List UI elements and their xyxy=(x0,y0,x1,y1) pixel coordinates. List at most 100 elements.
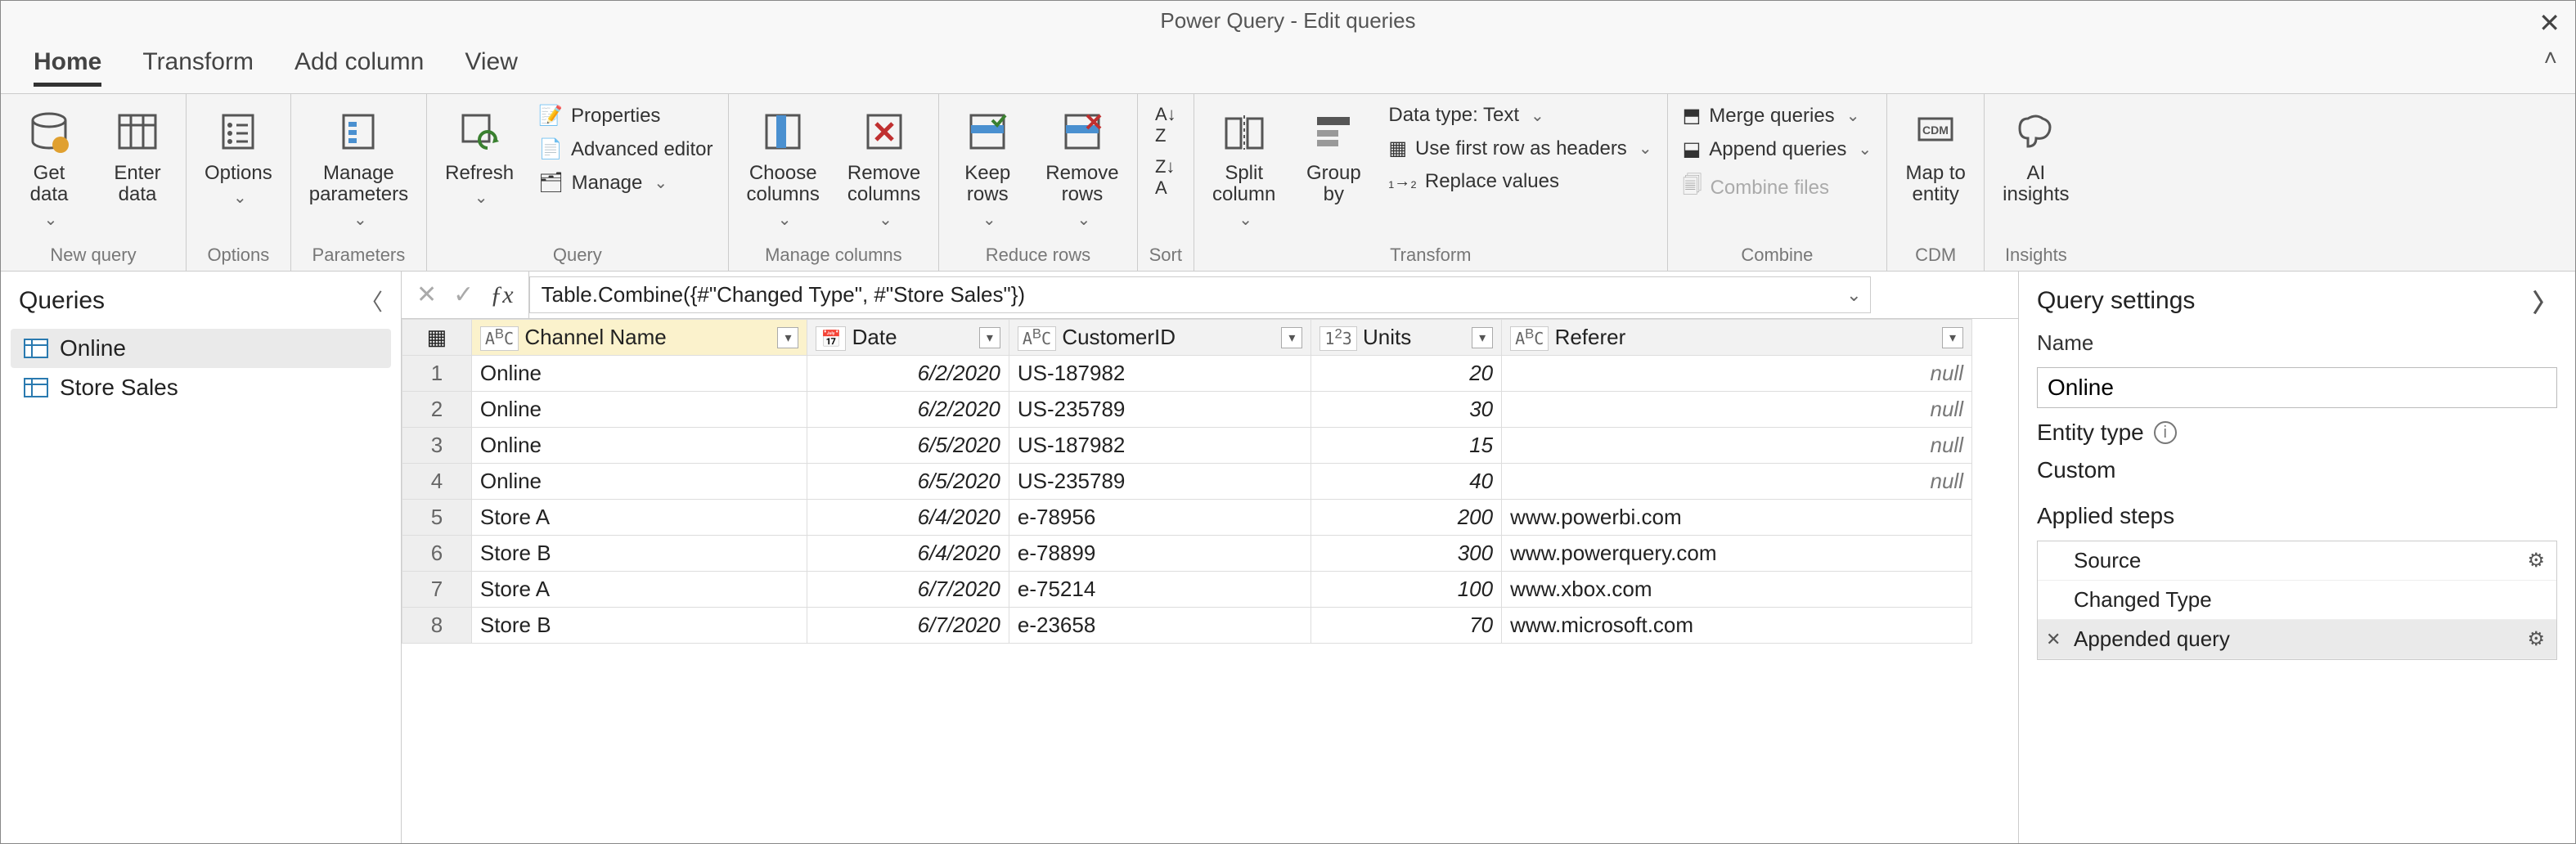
advanced-editor-button[interactable]: 📄Advanced editor xyxy=(535,136,716,163)
cell-channel[interactable]: Store B xyxy=(471,536,807,572)
table-row[interactable]: 3Online6/5/2020US-18798215null xyxy=(402,428,1972,464)
query-item-online[interactable]: Online xyxy=(11,329,391,368)
cell-date[interactable]: 6/7/2020 xyxy=(807,572,1009,608)
map-to-entity-button[interactable]: CDM Map to entity xyxy=(1899,102,1972,209)
cell-date[interactable]: 6/2/2020 xyxy=(807,392,1009,428)
merge-queries-button[interactable]: ⬒Merge queries⌄ xyxy=(1679,102,1876,129)
step-appended-query[interactable]: ✕ Appended query ⚙ xyxy=(2038,620,2556,659)
commit-formula-icon[interactable]: ✓ xyxy=(453,281,474,309)
cell-referer[interactable]: www.powerquery.com xyxy=(1502,536,1972,572)
data-type-button[interactable]: Data type: Text⌄ xyxy=(1385,102,1655,128)
select-all-corner[interactable]: ▦ xyxy=(402,320,472,356)
row-number[interactable]: 4 xyxy=(402,464,472,500)
cell-units[interactable]: 100 xyxy=(1311,572,1502,608)
step-source[interactable]: Source ⚙ xyxy=(2038,541,2556,581)
combine-files-button[interactable]: 🗐Combine files xyxy=(1679,169,1876,206)
cell-date[interactable]: 6/2/2020 xyxy=(807,356,1009,392)
cancel-formula-icon[interactable]: ✕ xyxy=(416,281,437,309)
column-header-date[interactable]: 📅 Date▾ xyxy=(807,320,1009,356)
cell-date[interactable]: 6/7/2020 xyxy=(807,608,1009,644)
filter-icon[interactable]: ▾ xyxy=(1281,327,1302,348)
cell-date[interactable]: 6/5/2020 xyxy=(807,464,1009,500)
query-item-store-sales[interactable]: Store Sales xyxy=(11,368,391,407)
table-row[interactable]: 1Online6/2/2020US-18798220null xyxy=(402,356,1972,392)
cell-units[interactable]: 300 xyxy=(1311,536,1502,572)
step-changed-type[interactable]: Changed Type xyxy=(2038,581,2556,620)
ribbon-collapse-icon[interactable]: ˄ xyxy=(2544,45,2557,71)
cell-channel[interactable]: Online xyxy=(471,428,807,464)
sort-desc-button[interactable]: Z↓A xyxy=(1152,155,1180,200)
choose-columns-button[interactable]: Choose columns⌄ xyxy=(740,102,826,232)
fx-icon[interactable]: ƒx xyxy=(490,281,513,309)
row-number[interactable]: 7 xyxy=(402,572,472,608)
row-number[interactable]: 8 xyxy=(402,608,472,644)
query-name-input[interactable] xyxy=(2037,367,2557,408)
table-row[interactable]: 8Store B6/7/2020e-2365870www.microsoft.c… xyxy=(402,608,1972,644)
manage-query-button[interactable]: 🗂Manage⌄ xyxy=(535,169,716,196)
ai-insights-button[interactable]: AI insights xyxy=(1996,102,2075,209)
enter-data-button[interactable]: Enter data xyxy=(101,102,174,209)
cell-customer-id[interactable]: US-235789 xyxy=(1009,392,1311,428)
keep-rows-button[interactable]: Keep rows⌄ xyxy=(951,102,1024,232)
row-number[interactable]: 3 xyxy=(402,428,472,464)
cell-referer[interactable]: null xyxy=(1502,464,1972,500)
info-icon[interactable]: i xyxy=(2154,421,2177,444)
sort-asc-button[interactable]: A↓Z xyxy=(1152,102,1180,148)
tab-add-column[interactable]: Add column xyxy=(294,48,424,87)
append-queries-button[interactable]: ⬓Append queries⌄ xyxy=(1679,136,1876,163)
cell-customer-id[interactable]: e-78899 xyxy=(1009,536,1311,572)
first-row-headers-button[interactable]: ▦Use first row as headers⌄ xyxy=(1385,135,1655,162)
cell-units[interactable]: 15 xyxy=(1311,428,1502,464)
cell-units[interactable]: 20 xyxy=(1311,356,1502,392)
cell-referer[interactable]: www.microsoft.com xyxy=(1502,608,1972,644)
cell-referer[interactable]: null xyxy=(1502,428,1972,464)
cell-channel[interactable]: Store B xyxy=(471,608,807,644)
row-number[interactable]: 2 xyxy=(402,392,472,428)
cell-units[interactable]: 40 xyxy=(1311,464,1502,500)
cell-date[interactable]: 6/4/2020 xyxy=(807,536,1009,572)
table-row[interactable]: 4Online6/5/2020US-23578940null xyxy=(402,464,1972,500)
cell-customer-id[interactable]: e-75214 xyxy=(1009,572,1311,608)
filter-icon[interactable]: ▾ xyxy=(1472,327,1493,348)
properties-button[interactable]: 📝Properties xyxy=(535,102,716,129)
cell-customer-id[interactable]: US-187982 xyxy=(1009,356,1311,392)
column-header-units[interactable]: 123 Units▾ xyxy=(1311,320,1502,356)
data-grid[interactable]: ▦ ABC Channel Name▾ 📅 Date▾ ABC Customer… xyxy=(402,319,1972,644)
manage-parameters-button[interactable]: Manage parameters⌄ xyxy=(303,102,415,232)
column-header-referer[interactable]: ABC Referer▾ xyxy=(1502,320,1972,356)
replace-values-button[interactable]: ₁→₂Replace values xyxy=(1385,168,1655,195)
filter-icon[interactable]: ▾ xyxy=(979,327,1000,348)
table-row[interactable]: 5Store A6/4/2020e-78956200www.powerbi.co… xyxy=(402,500,1972,536)
remove-columns-button[interactable]: Remove columns⌄ xyxy=(841,102,927,232)
cell-units[interactable]: 70 xyxy=(1311,608,1502,644)
table-row[interactable]: 7Store A6/7/2020e-75214100www.xbox.com xyxy=(402,572,1972,608)
close-icon[interactable]: ✕ xyxy=(2538,7,2560,38)
cell-channel[interactable]: Online xyxy=(471,464,807,500)
row-number[interactable]: 1 xyxy=(402,356,472,392)
tab-view[interactable]: View xyxy=(465,48,517,87)
cell-referer[interactable]: www.xbox.com xyxy=(1502,572,1972,608)
column-header-channel-name[interactable]: ABC Channel Name▾ xyxy=(471,320,807,356)
column-header-customer-id[interactable]: ABC CustomerID▾ xyxy=(1009,320,1311,356)
cell-channel[interactable]: Store A xyxy=(471,500,807,536)
cell-units[interactable]: 200 xyxy=(1311,500,1502,536)
table-row[interactable]: 6Store B6/4/2020e-78899300www.powerquery… xyxy=(402,536,1972,572)
filter-icon[interactable]: ▾ xyxy=(1942,327,1963,348)
cell-customer-id[interactable]: e-23658 xyxy=(1009,608,1311,644)
options-button[interactable]: Options⌄ xyxy=(198,102,279,210)
cell-referer[interactable]: null xyxy=(1502,356,1972,392)
table-row[interactable]: 2Online6/2/2020US-23578930null xyxy=(402,392,1972,428)
filter-icon[interactable]: ▾ xyxy=(777,327,798,348)
formula-bar[interactable]: Table.Combine({#"Changed Type", #"Store … xyxy=(529,276,1871,313)
row-number[interactable]: 6 xyxy=(402,536,472,572)
split-column-button[interactable]: Split column⌄ xyxy=(1206,102,1282,232)
cell-channel[interactable]: Store A xyxy=(471,572,807,608)
expand-settings-icon[interactable]: 〉 xyxy=(2533,283,2557,319)
gear-icon[interactable]: ⚙ xyxy=(2527,549,2545,572)
row-number[interactable]: 5 xyxy=(402,500,472,536)
get-data-button[interactable]: Get data⌄ xyxy=(12,102,86,232)
cell-customer-id[interactable]: e-78956 xyxy=(1009,500,1311,536)
cell-customer-id[interactable]: US-187982 xyxy=(1009,428,1311,464)
cell-date[interactable]: 6/4/2020 xyxy=(807,500,1009,536)
remove-rows-button[interactable]: Remove rows⌄ xyxy=(1039,102,1125,232)
